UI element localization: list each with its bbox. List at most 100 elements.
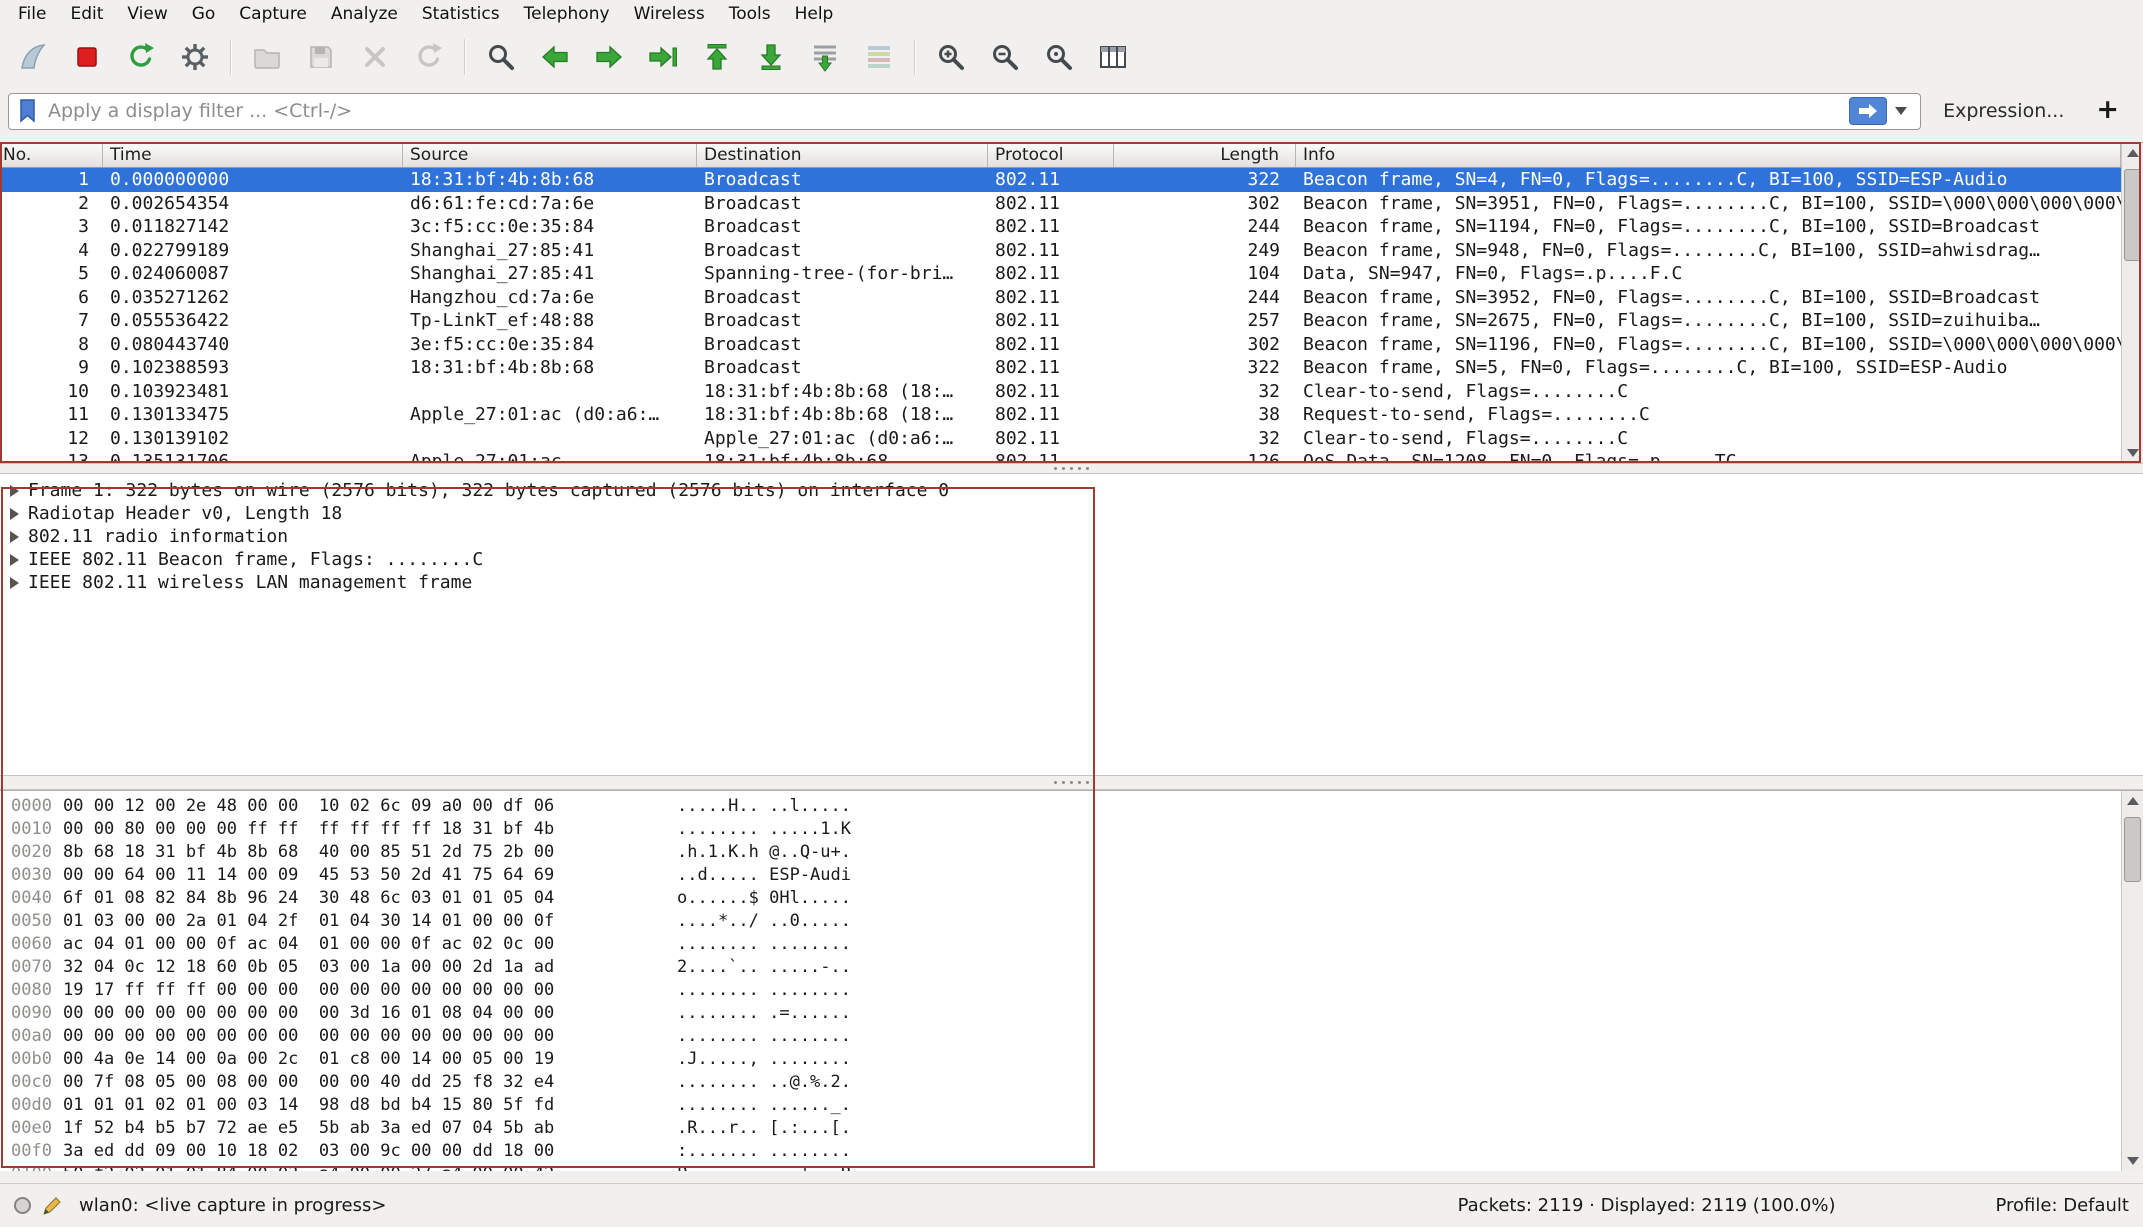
column-header-no[interactable]: No. [0,143,103,167]
reload-file-button[interactable] [402,32,456,82]
hex-row[interactable]: 00d001 01 01 02 01 00 03 14 98 d8 bd b4 … [0,1094,2121,1117]
expression-button[interactable]: Expression... [1933,100,2074,122]
scroll-down-button[interactable] [2122,1151,2143,1171]
zoom-reset-button[interactable] [1032,32,1086,82]
scroll-up-button[interactable] [2122,791,2143,811]
column-header-info[interactable]: Info [1296,143,2121,167]
scroll-trough[interactable] [2122,811,2143,1151]
hex-row[interactable]: 003000 00 64 00 11 14 00 09 45 53 50 2d … [0,864,2121,887]
auto-scroll-button[interactable] [798,32,852,82]
detail-line[interactable]: Radiotap Header v0, Length 18 [0,502,2143,525]
menu-view[interactable]: View [115,2,179,26]
display-filter-field[interactable] [8,93,1921,130]
packet-row[interactable]: 10.00000000018:31:bf:4b:8b:68Broadcast80… [0,168,2121,192]
menu-wireless[interactable]: Wireless [622,2,717,26]
expander-icon[interactable] [10,508,19,520]
packet-row[interactable]: 110.130133475Apple_27:01:ac (d0:a6:…18:3… [0,403,2121,427]
packet-row[interactable]: 20.002654354d6:61:fe:cd:7a:6eBroadcast80… [0,192,2121,216]
open-file-button[interactable] [240,32,294,82]
restart-capture-button[interactable] [114,32,168,82]
packet-row[interactable]: 80.0804437403e:f5:cc:0e:35:84Broadcast80… [0,333,2121,357]
capture-comment-pencil-icon[interactable] [41,1195,63,1217]
expander-icon[interactable] [10,577,19,589]
pane-splitter-top[interactable] [0,463,2143,474]
menu-tools[interactable]: Tools [717,2,783,26]
detail-line[interactable]: IEEE 802.11 wireless LAN management fram… [0,571,2143,594]
column-header-time[interactable]: Time [103,143,403,167]
menu-help[interactable]: Help [783,2,846,26]
close-file-button[interactable] [348,32,402,82]
capture-options-button[interactable] [168,32,222,82]
scroll-thumb[interactable] [2124,817,2141,882]
packet-row[interactable]: 40.022799189Shanghai_27:85:41Broadcast80… [0,239,2121,263]
scroll-down-button[interactable] [2122,443,2143,463]
packet-row[interactable]: 90.10238859318:31:bf:4b:8b:68Broadcast80… [0,356,2121,380]
packet-list-scrollbar[interactable] [2121,143,2143,463]
hex-scrollbar[interactable] [2121,791,2143,1171]
menu-telephony[interactable]: Telephony [512,2,622,26]
pane-splitter-bottom[interactable] [0,775,2143,790]
hex-row[interactable]: 007032 04 0c 12 18 60 0b 05 03 00 1a 00 … [0,956,2121,979]
hex-row[interactable]: 00a000 00 00 00 00 00 00 00 00 00 00 00 … [0,1025,2121,1048]
apply-filter-button[interactable] [1849,97,1887,125]
find-packet-button[interactable] [474,32,528,82]
hex-row[interactable]: 0060ac 04 01 00 00 0f ac 04 01 00 00 0f … [0,933,2121,956]
packet-row[interactable]: 120.130139102Apple_27:01:ac (d0:a6:…802.… [0,427,2121,451]
detail-line[interactable]: Frame 1: 322 bytes on wire (2576 bits), … [0,479,2143,502]
packet-row[interactable]: 100.10392348118:31:bf:4b:8b:68 (18:…802.… [0,380,2121,404]
go-back-button[interactable] [528,32,582,82]
zoom-out-button[interactable] [978,32,1032,82]
hex-row[interactable]: 00208b 68 18 31 bf 4b 8b 68 40 00 85 51 … [0,841,2121,864]
hex-row[interactable]: 010050 f2 02 01 01 84 00 03 a4 00 00 27 … [0,1163,2121,1171]
stop-capture-button[interactable] [60,32,114,82]
packet-row[interactable]: 60.035271262Hangzhou_cd:7a:6eBroadcast80… [0,286,2121,310]
scroll-trough[interactable] [2122,163,2143,443]
resize-columns-button[interactable] [1086,32,1140,82]
menu-go[interactable]: Go [180,2,228,26]
hex-row[interactable]: 00b000 4a 0e 14 00 0a 00 2c 01 c8 00 14 … [0,1048,2121,1071]
go-to-packet-button[interactable] [636,32,690,82]
go-last-packet-button[interactable] [744,32,798,82]
hex-row[interactable]: 00c000 7f 08 05 00 08 00 00 00 00 40 dd … [0,1071,2121,1094]
filter-bookmark-icon[interactable] [18,98,38,124]
go-forward-button[interactable] [582,32,636,82]
packet-row[interactable]: 30.0118271423c:f5:cc:0e:35:84Broadcast80… [0,215,2121,239]
save-file-button[interactable] [294,32,348,82]
detail-line[interactable]: 802.11 radio information [0,525,2143,548]
menu-file[interactable]: File [6,2,58,26]
hex-row[interactable]: 009000 00 00 00 00 00 00 00 00 3d 16 01 … [0,1002,2121,1025]
hex-row[interactable]: 00f03a ed dd 09 00 10 18 02 03 00 9c 00 … [0,1140,2121,1163]
hex-row[interactable]: 000000 00 12 00 2e 48 00 00 10 02 6c 09 … [0,795,2121,818]
filter-dropdown-button[interactable] [1887,97,1915,125]
go-first-packet-button[interactable] [690,32,744,82]
expander-icon[interactable] [10,485,19,497]
colorize-button[interactable] [852,32,906,82]
hex-row[interactable]: 00e01f 52 b4 b5 b7 72 ae e5 5b ab 3a ed … [0,1117,2121,1140]
profile-text[interactable]: Profile: Default [1995,1195,2129,1216]
packet-row[interactable]: 50.024060087Shanghai_27:85:41Spanning-tr… [0,262,2121,286]
hex-row[interactable]: 001000 00 80 00 00 00 ff ff ff ff ff ff … [0,818,2121,841]
column-header-length[interactable]: Length [1114,143,1296,167]
column-header-source[interactable]: Source [403,143,697,167]
capture-status-icon[interactable] [14,1197,31,1214]
menu-edit[interactable]: Edit [58,2,115,26]
zoom-in-button[interactable] [924,32,978,82]
expander-icon[interactable] [10,554,19,566]
add-filter-button[interactable]: + [2086,94,2135,129]
expander-icon[interactable] [10,531,19,543]
hex-row[interactable]: 008019 17 ff ff ff 00 00 00 00 00 00 00 … [0,979,2121,1002]
display-filter-input[interactable] [48,100,1849,122]
scroll-up-button[interactable] [2122,143,2143,163]
column-header-protocol[interactable]: Protocol [988,143,1114,167]
menu-capture[interactable]: Capture [227,2,319,26]
hex-row[interactable]: 005001 03 00 00 2a 01 04 2f 01 04 30 14 … [0,910,2121,933]
detail-line[interactable]: IEEE 802.11 Beacon frame, Flags: .......… [0,548,2143,571]
menu-statistics[interactable]: Statistics [410,2,512,26]
scroll-thumb[interactable] [2124,169,2141,261]
packet-row[interactable]: 70.055536422Tp-LinkT_ef:48:88Broadcast80… [0,309,2121,333]
hex-row[interactable]: 00406f 01 08 82 84 8b 96 24 30 48 6c 03 … [0,887,2121,910]
menu-analyze[interactable]: Analyze [319,2,410,26]
column-header-destination[interactable]: Destination [697,143,988,167]
start-capture-button[interactable] [6,32,60,82]
packet-row[interactable]: 130.135131706Apple_27:01:ac18:31:bf:4b:8… [0,450,2121,463]
